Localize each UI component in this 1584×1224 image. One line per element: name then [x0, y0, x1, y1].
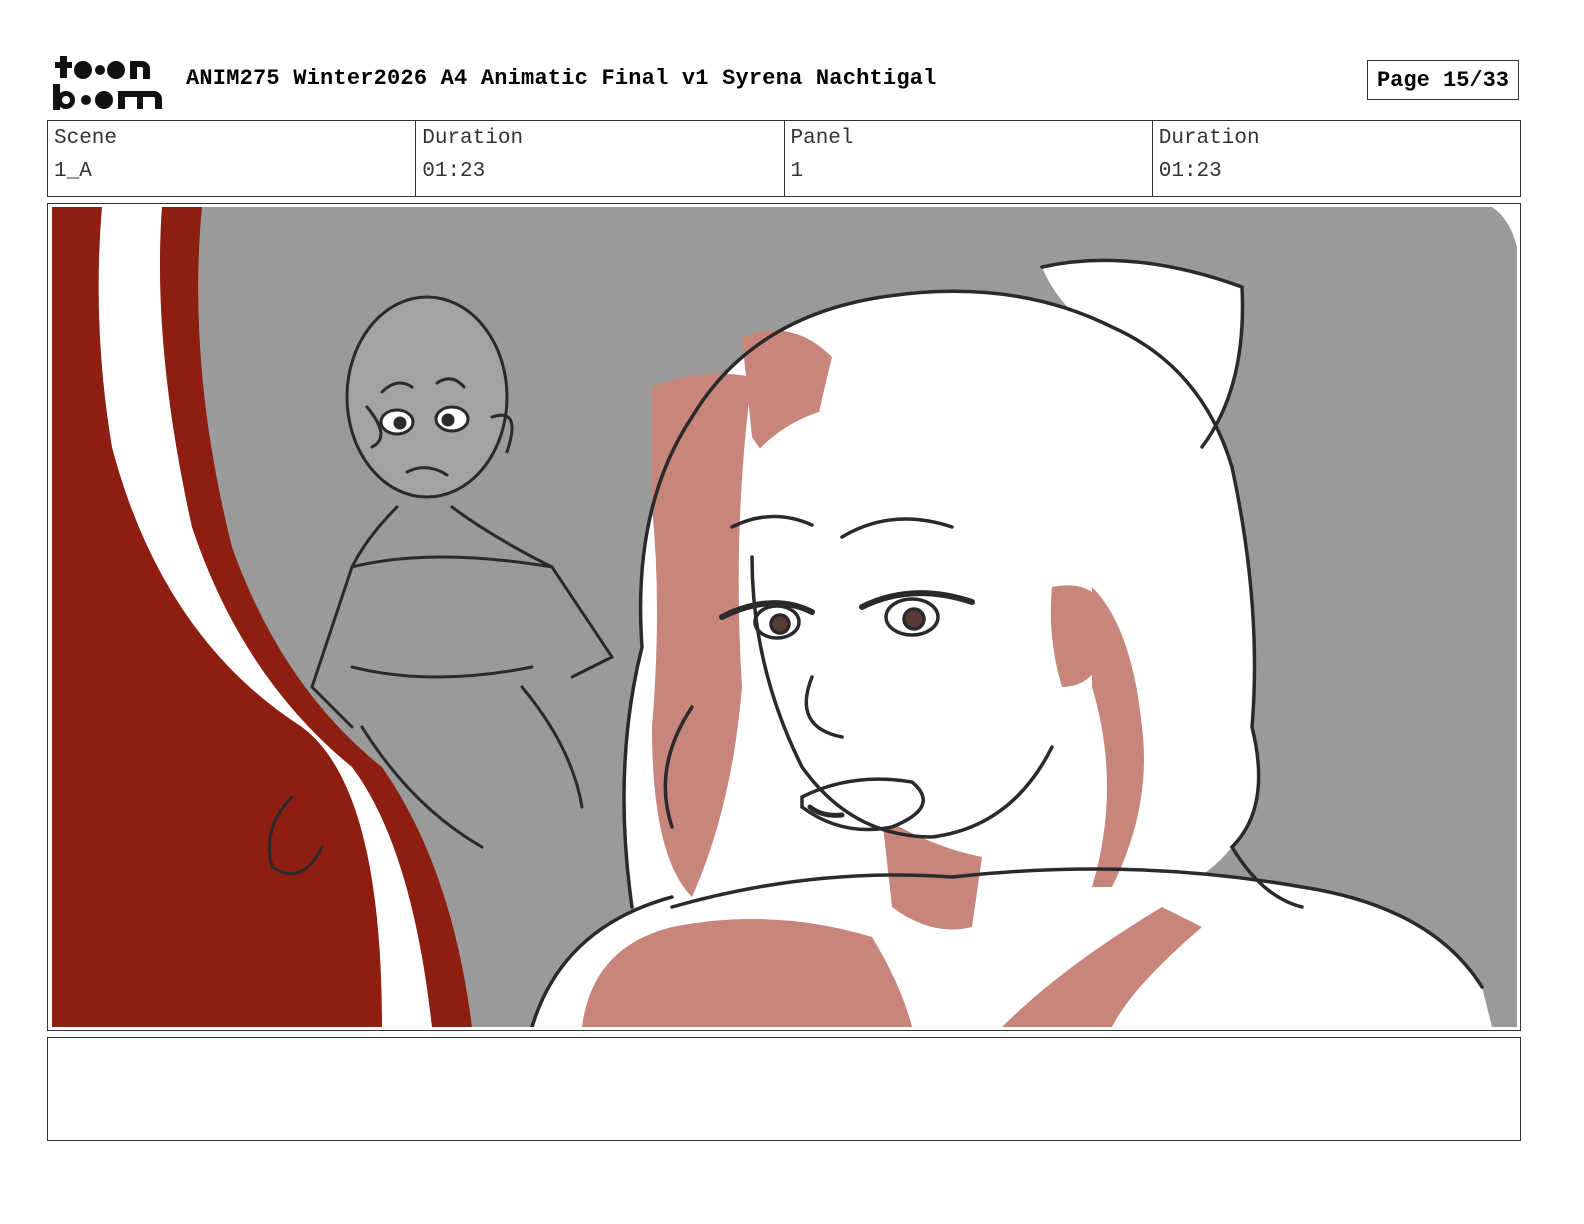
panel-notes-box	[47, 1037, 1521, 1141]
scene-cell: Scene 1_A	[48, 121, 417, 196]
scene-info-table: Scene 1_A Duration 01:23 Panel 1 Duratio…	[47, 120, 1521, 197]
panel-duration-value: 01:23	[1158, 160, 1222, 183]
panel-cell: Panel 1	[785, 121, 1153, 196]
toon-boom-logo	[53, 56, 162, 110]
panel-label: Panel	[790, 127, 854, 150]
panel-duration-cell: Duration 01:23	[1153, 121, 1520, 196]
scene-label: Scene	[54, 127, 118, 150]
scene-duration-cell: Duration 01:23	[416, 121, 785, 196]
scene-duration-label: Duration	[422, 127, 524, 150]
document-title: ANIM275 Winter2026 A4 Animatic Final v1 …	[186, 66, 937, 91]
panel-value: 1	[790, 160, 804, 183]
scene-duration-value: 01:23	[422, 160, 486, 183]
scene-value: 1_A	[54, 160, 92, 183]
storyboard-panel-image	[52, 207, 1517, 1027]
page-number: Page 15/33	[1367, 60, 1519, 100]
panel-duration-label: Duration	[1158, 127, 1260, 150]
